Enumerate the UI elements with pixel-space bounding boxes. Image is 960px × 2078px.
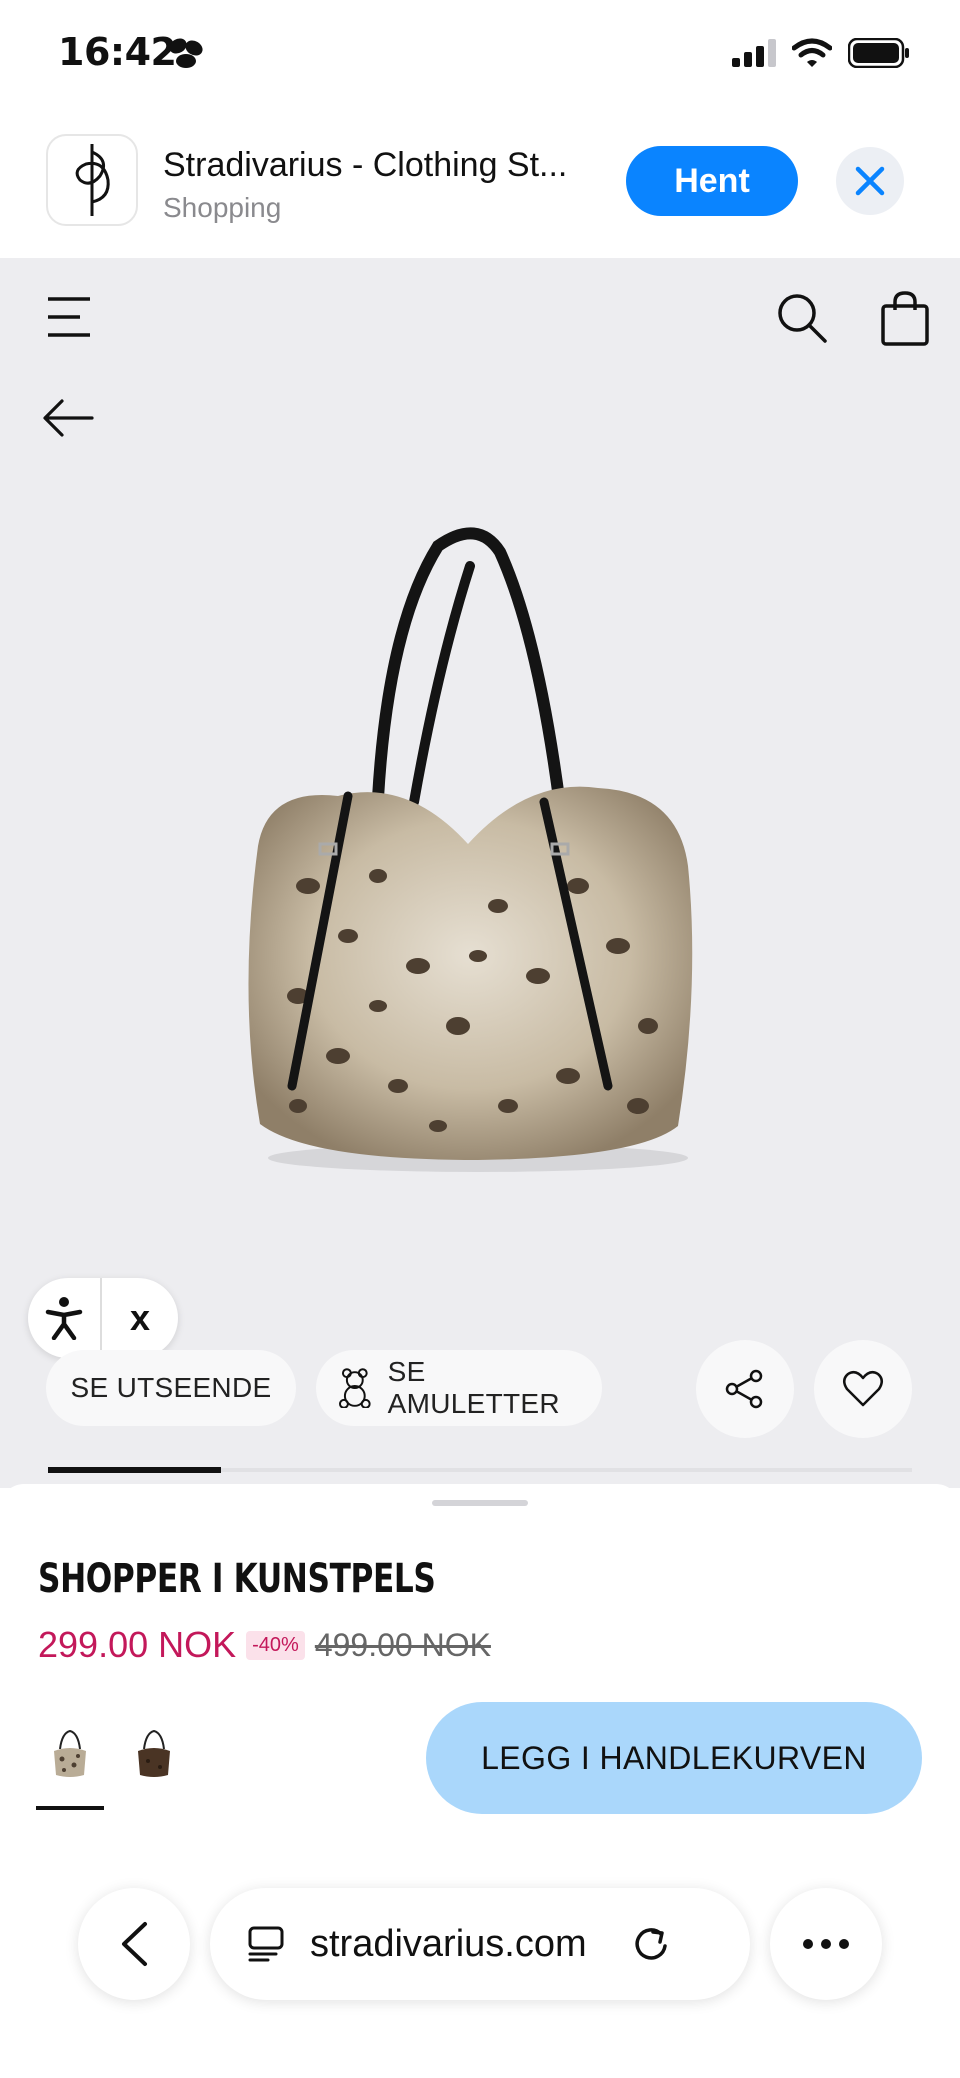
gallery-progress-fill: [48, 1467, 221, 1473]
more-button[interactable]: [770, 1888, 882, 2000]
status-indicators: [732, 38, 910, 68]
teddy-bear-icon: [338, 1368, 371, 1408]
accessibility-widget: x: [28, 1278, 178, 1358]
app-category: Shopping: [163, 192, 282, 223]
share-icon: [725, 1369, 763, 1409]
discount-badge: -40%: [246, 1630, 305, 1660]
favorite-button[interactable]: [814, 1340, 912, 1438]
leopard-swatch[interactable]: [36, 1718, 104, 1790]
focus-mode-icon: [169, 38, 203, 68]
product-title: SHOPPER I KUNSTPELS: [38, 1556, 436, 1602]
cellular-signal-icon: [732, 39, 776, 67]
reload-icon[interactable]: [631, 1924, 671, 1964]
see-look-label: SE UTSEENDE: [70, 1372, 272, 1403]
app-title: Stradivarius - Clothing St...: [163, 146, 568, 184]
product-gallery[interactable]: x SE UTSEENDE SE AMULETTER: [0, 258, 960, 1488]
brown-swatch[interactable]: [120, 1718, 188, 1790]
wifi-icon: [792, 38, 832, 67]
share-button[interactable]: [696, 1340, 794, 1438]
heart-icon: [843, 1370, 883, 1407]
product-image: [248, 527, 693, 1172]
search-icon[interactable]: [776, 292, 828, 344]
add-to-cart-button[interactable]: LEGG I HANDLEKURVEN: [426, 1702, 922, 1814]
add-to-cart-label: LEGG I HANDLEKURVEN: [481, 1739, 867, 1776]
status-time: 16:42: [58, 30, 177, 74]
back-arrow-icon[interactable]: [42, 398, 94, 438]
sheet-handle[interactable]: [432, 1500, 528, 1506]
get-app-button[interactable]: Hent: [626, 146, 798, 216]
see-amulets-button[interactable]: SE AMULETTER: [316, 1350, 602, 1426]
price-row: 299.00 NOK -40% 499.00 NOK: [38, 1624, 491, 1666]
status-bar: 16:42: [0, 0, 960, 110]
stradivarius-logo-icon[interactable]: [46, 134, 138, 226]
see-amulets-label: SE AMULETTER: [387, 1356, 560, 1419]
banner-close-button[interactable]: [836, 147, 904, 215]
sale-price: 299.00 NOK: [38, 1624, 237, 1665]
accessibility-icon[interactable]: [28, 1278, 102, 1358]
close-icon: [855, 166, 885, 196]
address-bar[interactable]: stradivarius.com: [210, 1888, 750, 2000]
selected-swatch-indicator: [36, 1806, 104, 1810]
see-look-button[interactable]: SE UTSEENDE: [46, 1350, 296, 1426]
smart-app-banner: Stradivarius - Clothing St... Shopping H…: [0, 110, 960, 258]
original-price: 499.00 NOK: [314, 1626, 491, 1663]
more-icon: [803, 1939, 849, 1949]
reader-icon[interactable]: [246, 1924, 286, 1964]
accessibility-close-button[interactable]: x: [102, 1297, 178, 1339]
menu-icon[interactable]: [46, 296, 92, 338]
chevron-left-icon: [122, 1922, 147, 1966]
browser-back-button[interactable]: [78, 1888, 190, 2000]
shopping-bag-icon[interactable]: [880, 290, 930, 346]
battery-icon: [848, 38, 909, 68]
url-text[interactable]: stradivarius.com: [310, 1923, 587, 1966]
